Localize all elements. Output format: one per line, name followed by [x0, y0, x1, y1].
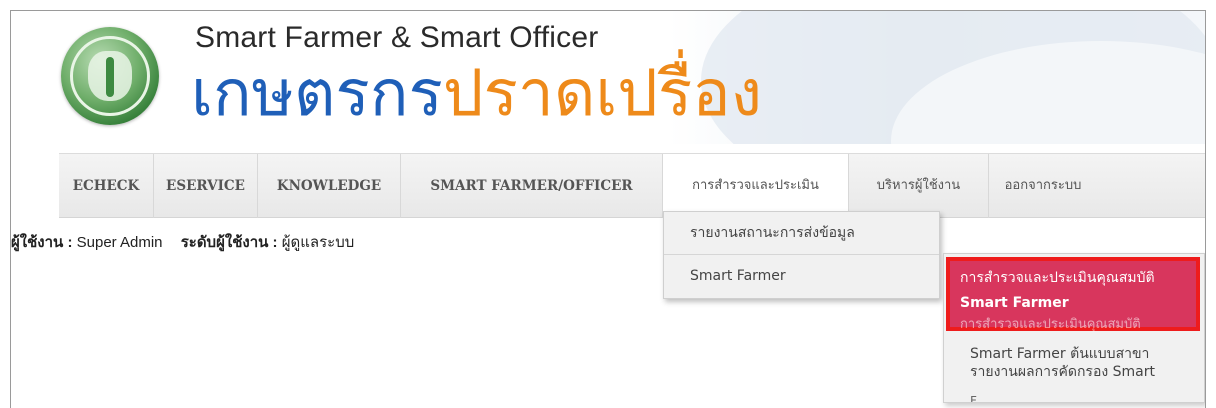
menu-item-smart-farmer[interactable]: Smart Farmer: [664, 255, 939, 298]
nav-item-knowledge[interactable]: KNOWLEDGE: [258, 154, 401, 218]
site-title-english: Smart Farmer & Smart Officer: [195, 21, 599, 54]
submenu-item-truncated: F: [970, 394, 977, 403]
page-frame: Smart Farmer & Smart Officer เกษตรกรปราด…: [10, 10, 1206, 408]
submenu-item-smart-farmer-model-branch[interactable]: Smart Farmer ต้นแบบสาขา: [970, 346, 1149, 362]
main-nav: ECHECK ESERVICE KNOWLEDGE SMART FARMER/O…: [59, 153, 1205, 218]
nav-item-smart-farmer-officer[interactable]: SMART FARMER/OFFICER: [401, 154, 663, 218]
submenu-item-label-line2: Smart Farmer: [960, 295, 1069, 311]
agriculture-department-seal-icon[interactable]: [61, 27, 159, 125]
nav-item-echeck[interactable]: ECHECK: [59, 154, 154, 218]
nav-item-logout[interactable]: ออกจากระบบ: [989, 154, 1097, 218]
site-title-thai-part1: เกษตรกร: [191, 57, 443, 129]
nav-item-user-management[interactable]: บริหารผู้ใช้งาน: [849, 154, 989, 218]
submenu-item-qualification-assessment[interactable]: การสำรวจและประเมินคุณสมบัติ การสำรวจและป…: [947, 258, 1199, 332]
site-title-thai: เกษตรกรปราดเปรื่อง: [191, 57, 762, 129]
nav-item-survey-evaluation[interactable]: การสำรวจและประเมิน: [663, 154, 849, 218]
submenu-item-label-line1: การสำรวจและประเมินคุณสมบัติ: [960, 270, 1155, 286]
survey-dropdown-menu: รายงานสถานะการส่งข้อมูล Smart Farmer: [663, 211, 940, 299]
logo-stem: [106, 57, 114, 97]
site-title-thai-part2: ปราดเปรื่อง: [442, 57, 762, 129]
user-level-value: ผู้ดูแลระบบ: [281, 234, 355, 251]
nav-item-eservice[interactable]: ESERVICE: [154, 154, 258, 218]
user-value: Super Admin: [76, 234, 163, 251]
user-label: ผู้ใช้งาน :: [11, 234, 73, 251]
user-level-label: ระดับผู้ใช้งาน :: [180, 234, 278, 251]
submenu-item-screening-report[interactable]: รายงานผลการคัดกรอง Smart: [970, 364, 1155, 380]
smart-farmer-submenu: การสำรวจและประเมินคุณสมบัติ การสำรวจและป…: [943, 253, 1205, 403]
header-banner: Smart Farmer & Smart Officer เกษตรกรปราด…: [11, 11, 1205, 144]
user-info: ผู้ใช้งาน : Super Admin ระดับผู้ใช้งาน :…: [11, 230, 354, 254]
submenu-item-ghost-text: การสำรวจและประเมินคุณสมบัติ: [960, 317, 1141, 332]
menu-item-submission-status-report[interactable]: รายงานสถานะการส่งข้อมูล: [664, 212, 939, 255]
